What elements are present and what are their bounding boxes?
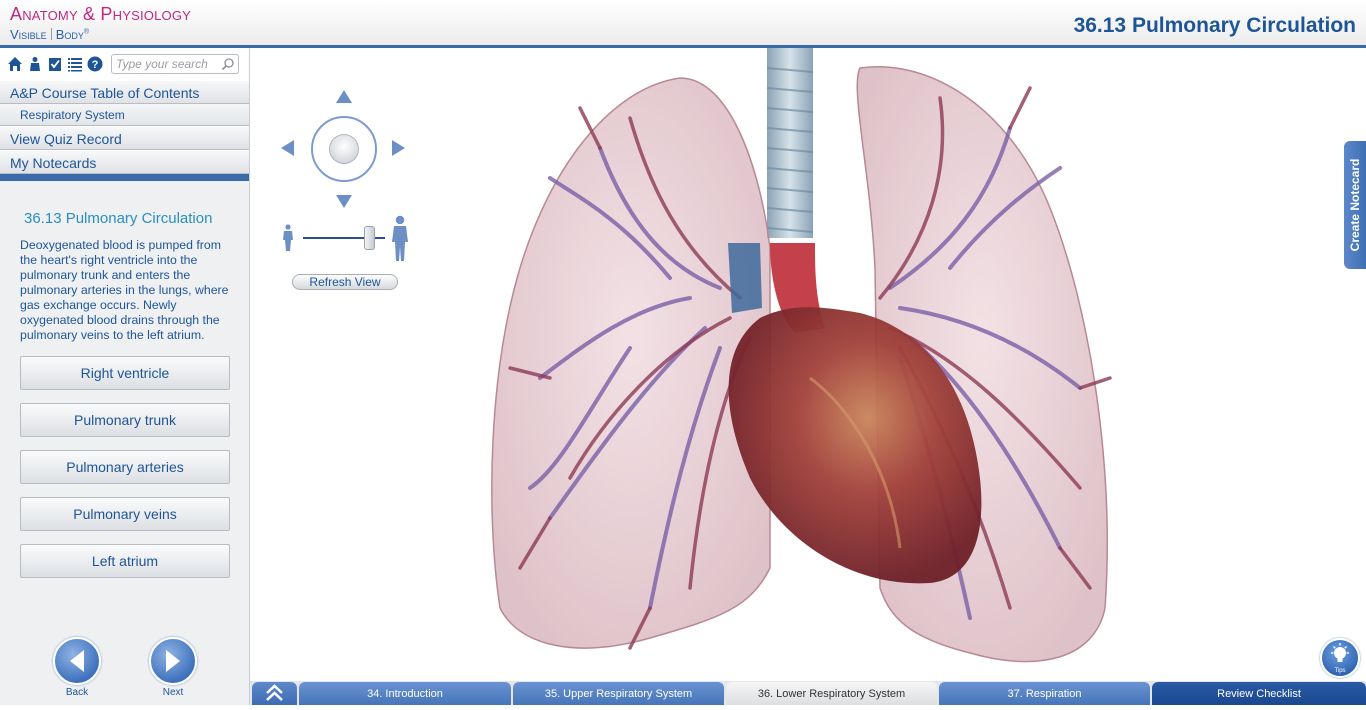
tab-respiration[interactable]: 37. Respiration [939, 682, 1150, 705]
rotate-right-icon[interactable] [392, 140, 405, 156]
create-notecard-button[interactable]: Create Notecard [1344, 141, 1366, 269]
back-label: Back [65, 687, 89, 698]
brand-title: Anatomy & Physiology [10, 4, 192, 24]
content-panel: 36.13 Pulmonary Circulation Deoxygenated… [0, 210, 249, 578]
superior-vena-cava[interactable] [728, 243, 762, 313]
term-pulmonary-veins-button[interactable]: Pulmonary veins [20, 497, 230, 531]
checklist-icon[interactable] [46, 56, 63, 73]
orbit-knob[interactable] [329, 134, 359, 164]
heart-lungs-model[interactable] [250, 48, 1366, 681]
next-arrow-icon [166, 650, 180, 672]
tips-label: Tips [1334, 668, 1346, 674]
next-button[interactable]: Next [148, 637, 198, 698]
term-left-atrium-button[interactable]: Left atrium [20, 544, 230, 578]
toolbar: ? [0, 48, 249, 80]
help-icon[interactable]: ? [86, 56, 103, 73]
chapter-tab-bar: 34. Introduction 35. Upper Respiratory S… [250, 681, 1366, 705]
term-pulmonary-trunk-button[interactable]: Pulmonary trunk [20, 403, 230, 437]
orbit-control[interactable] [311, 116, 377, 182]
next-label: Next [162, 687, 184, 698]
model-viewer[interactable] [250, 48, 1366, 681]
collapse-tabs-button[interactable] [252, 682, 297, 705]
tips-button[interactable]: Tips [1320, 638, 1360, 678]
nav-course-toc[interactable]: A&P Course Table of Contents [0, 80, 249, 104]
section-title: 36.13 Pulmonary Circulation [24, 210, 213, 227]
rotate-up-icon[interactable] [336, 90, 352, 103]
app-header: Anatomy & Physiology Visible Body® 36.13 … [0, 0, 1366, 48]
section-description: Deoxygenated blood is pumped from the he… [20, 238, 229, 342]
double-chevron-up-icon [266, 684, 283, 701]
back-arrow-icon [70, 650, 84, 672]
view-navigation-controls [280, 85, 410, 295]
brand-visible: Visible [10, 27, 47, 42]
term-right-ventricle-button[interactable]: Right ventricle [20, 356, 230, 390]
brand-body: Body [55, 27, 84, 42]
sidebar: ? A&P Course Table of Contents Respirato… [0, 48, 250, 705]
lightbulb-icon [1331, 643, 1349, 662]
pager: Back Next [0, 625, 250, 705]
nav-divider [0, 174, 249, 181]
create-notecard-label: Create Notecard [1348, 158, 1362, 252]
search-box [111, 54, 239, 74]
brand-mark: ® [83, 28, 90, 36]
nav-respiratory-system[interactable]: Respiratory System [0, 104, 249, 126]
term-pulmonary-arteries-button[interactable]: Pulmonary arteries [20, 450, 230, 484]
right-lung[interactable] [491, 77, 771, 649]
tab-introduction[interactable]: 34. Introduction [299, 682, 511, 705]
list-icon[interactable] [66, 56, 83, 73]
tab-upper-respiratory[interactable]: 35. Upper Respiratory System [513, 682, 724, 705]
search-input[interactable] [112, 55, 220, 73]
home-icon[interactable] [6, 56, 23, 73]
zoom-slider-thumb[interactable] [364, 226, 375, 250]
nav-quiz-record[interactable]: View Quiz Record [0, 126, 249, 150]
person-icon[interactable] [26, 56, 43, 73]
back-button[interactable]: Back [52, 637, 102, 698]
search-icon[interactable] [221, 57, 235, 71]
refresh-view-button[interactable]: Refresh View [292, 274, 398, 290]
zoom-in-body-icon[interactable] [390, 215, 410, 263]
zoom-out-body-icon[interactable] [281, 224, 295, 252]
page-title: 36.13 Pulmonary Circulation [1073, 14, 1356, 37]
nav-notecards[interactable]: My Notecards [0, 150, 249, 174]
brand-subtitle: Visible Body® [10, 27, 89, 42]
tab-review-checklist[interactable]: Review Checklist [1152, 682, 1366, 705]
svg-text:?: ? [91, 59, 98, 71]
rotate-down-icon[interactable] [336, 195, 352, 208]
rotate-left-icon[interactable] [281, 140, 294, 156]
tab-lower-respiratory[interactable]: 36. Lower Respiratory System [726, 682, 937, 705]
